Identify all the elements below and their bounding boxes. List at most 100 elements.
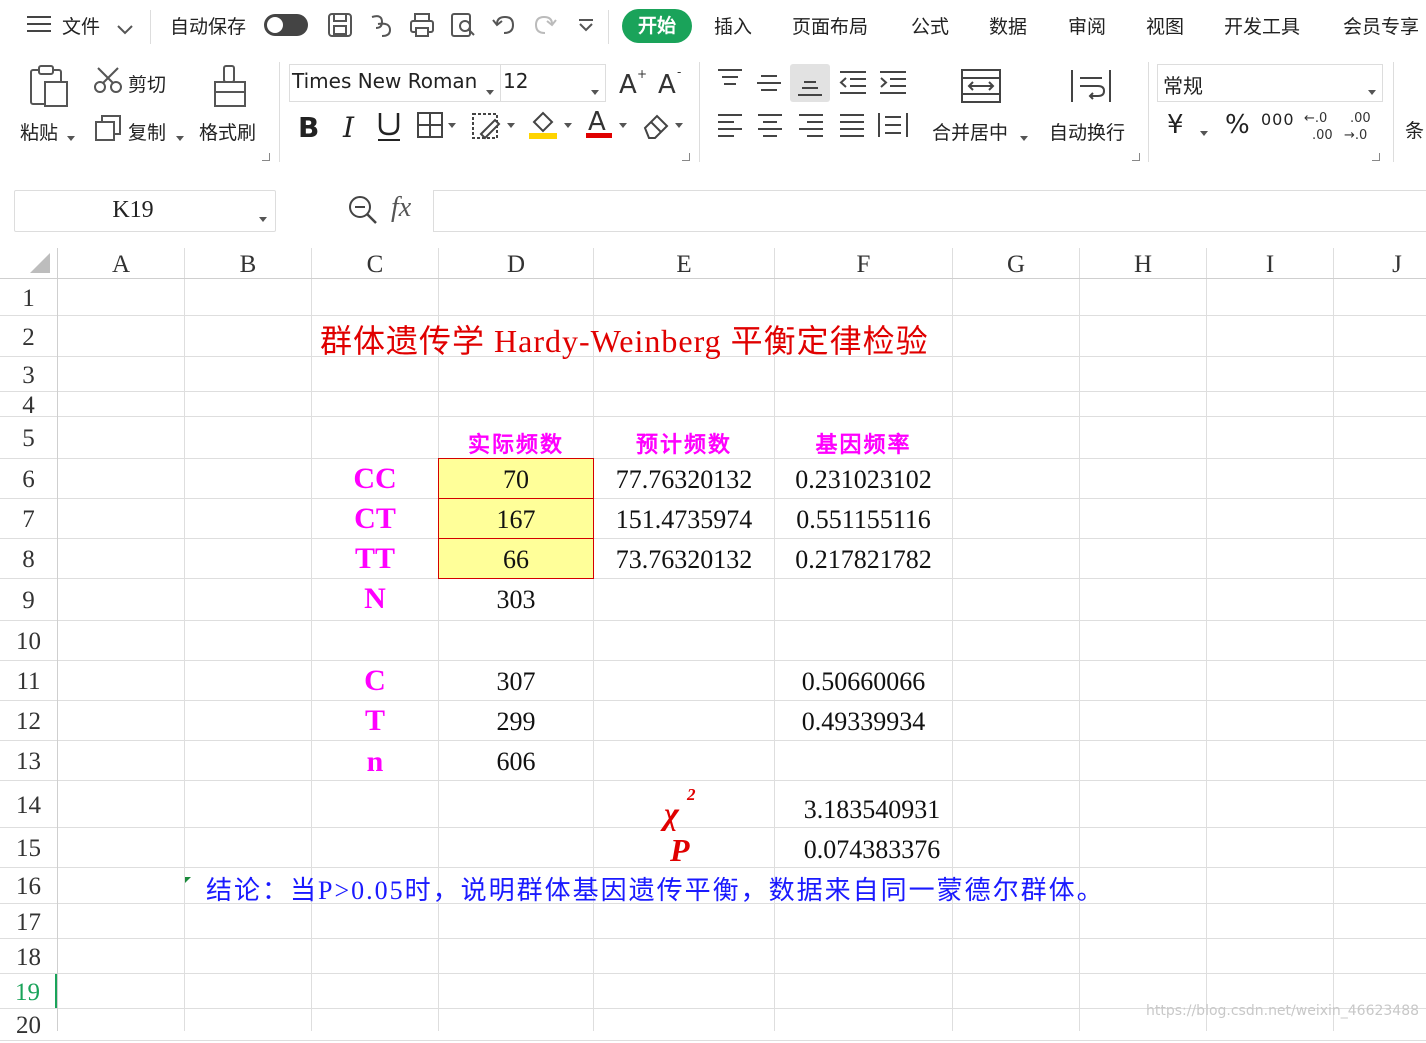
row-header-9[interactable]: 9 — [0, 579, 57, 620]
decrease-font-icon[interactable]: A- — [657, 65, 687, 100]
row-header-1[interactable]: 1 — [0, 279, 57, 315]
fill-color-icon[interactable] — [528, 108, 576, 144]
file-menu[interactable]: 文件 — [62, 12, 100, 39]
tab-developer[interactable]: 开发工具 — [1224, 12, 1300, 39]
expected-cc[interactable]: 77.76320132 — [594, 465, 774, 495]
chi-square-value[interactable]: 3.183540931 — [775, 795, 969, 825]
allele-label-c[interactable]: C — [312, 664, 438, 698]
name-box[interactable]: K19 — [14, 190, 276, 232]
formula-input[interactable] — [433, 190, 1426, 232]
increase-font-icon[interactable]: A + — [618, 66, 648, 100]
align-left-icon[interactable] — [716, 113, 744, 143]
merge-center-icon[interactable] — [960, 68, 1002, 108]
column-header-g[interactable]: G — [953, 248, 1079, 278]
allele-count-t[interactable]: 299 — [439, 707, 593, 737]
conclusion-text[interactable]: 结论：当P>0.05时，说明群体基因遗传平衡，数据来自同一蒙德尔群体。 — [206, 870, 1105, 907]
thousands-separator-icon[interactable]: 000 — [1261, 110, 1295, 129]
undo-icon[interactable] — [491, 12, 517, 38]
font-color-icon[interactable]: A — [585, 106, 633, 144]
select-all-icon[interactable] — [30, 253, 52, 277]
genotype-label-tt[interactable]: TT — [312, 542, 438, 576]
print-icon[interactable] — [409, 12, 435, 38]
italic-icon[interactable]: I — [340, 110, 362, 146]
allele-freq-c[interactable]: 0.50660066 — [775, 667, 952, 697]
allele-freq-t[interactable]: 0.49339934 — [775, 707, 952, 737]
merge-dropdown-icon[interactable] — [1020, 127, 1028, 146]
tab-data[interactable]: 数据 — [989, 12, 1027, 39]
scissors-icon[interactable] — [94, 66, 122, 98]
sheet-title[interactable]: 群体遗传学 Hardy-Weinberg 平衡定律检验 — [320, 316, 929, 362]
row-header-19[interactable]: 19 — [0, 974, 57, 1008]
underline-icon[interactable] — [375, 110, 403, 146]
format-painter-icon[interactable] — [212, 64, 248, 112]
tab-review[interactable]: 审阅 — [1068, 12, 1106, 39]
p-symbol[interactable]: P — [670, 832, 690, 869]
row-header-7[interactable]: 7 — [0, 499, 57, 538]
freq-cc[interactable]: 0.231023102 — [775, 465, 952, 495]
save-icon[interactable] — [327, 12, 353, 38]
p-value[interactable]: 0.074383376 — [775, 835, 969, 865]
genotype-label-ct[interactable]: CT — [312, 502, 438, 536]
font-size-select[interactable]: 12 — [500, 64, 606, 102]
column-header-b[interactable]: B — [185, 248, 311, 278]
value-n-total[interactable]: 303 — [439, 585, 593, 615]
actual-tt[interactable]: 66 — [439, 545, 593, 575]
increase-indent-icon[interactable] — [878, 70, 908, 100]
clipboard-group-launcher[interactable] — [262, 153, 270, 161]
expected-ct[interactable]: 151.4735974 — [594, 505, 774, 535]
copy-dropdown-icon[interactable] — [176, 127, 184, 146]
clear-format-icon[interactable] — [641, 110, 689, 144]
row-header-3[interactable]: 3 — [0, 357, 57, 391]
freq-tt[interactable]: 0.217821782 — [775, 545, 952, 575]
column-header-a[interactable]: A — [58, 248, 184, 278]
row-header-14[interactable]: 14 — [0, 781, 57, 827]
align-middle-icon[interactable] — [755, 72, 783, 100]
row-header-10[interactable]: 10 — [0, 621, 57, 660]
column-header-e[interactable]: E — [594, 248, 774, 278]
align-right-icon[interactable] — [797, 113, 825, 143]
tab-page-layout[interactable]: 页面布局 — [792, 12, 868, 39]
column-header-f[interactable]: F — [775, 248, 952, 278]
merge-center-button[interactable]: 合并居中 — [932, 118, 1008, 145]
decrease-indent-icon[interactable] — [838, 70, 868, 100]
conditional-format-button[interactable]: 条 — [1405, 116, 1424, 143]
currency-format-icon[interactable]: ¥ — [1167, 110, 1184, 140]
tab-view[interactable]: 视图 — [1146, 12, 1184, 39]
zoom-search-icon[interactable] — [347, 194, 379, 230]
label-n-alleles[interactable]: n — [312, 745, 438, 779]
customize-dropdown-icon[interactable] — [578, 18, 604, 44]
paste-button[interactable]: 粘贴 — [20, 118, 58, 145]
align-bottom-icon[interactable] — [790, 64, 830, 102]
row-header-20[interactable]: 20 — [0, 1009, 57, 1040]
align-center-icon[interactable] — [756, 113, 784, 143]
allele-label-t[interactable]: T — [312, 704, 438, 738]
format-painter-button[interactable]: 格式刷 — [199, 118, 256, 145]
wrap-text-button[interactable]: 自动换行 — [1049, 118, 1125, 145]
tab-start[interactable]: 开始 — [622, 9, 692, 43]
tab-insert[interactable]: 插入 — [714, 12, 752, 39]
wrap-text-icon[interactable] — [1070, 68, 1112, 108]
actual-cc[interactable]: 70 — [439, 465, 593, 495]
header-actual[interactable]: 实际频数 — [439, 427, 593, 459]
column-header-d[interactable]: D — [439, 248, 593, 278]
row-header-11[interactable]: 11 — [0, 661, 57, 700]
autosave-toggle[interactable] — [264, 14, 308, 36]
tab-member[interactable]: 会员专享 — [1343, 12, 1419, 39]
copy-icon[interactable] — [94, 114, 122, 146]
currency-dropdown-icon[interactable] — [1200, 122, 1208, 141]
number-group-launcher[interactable] — [1372, 153, 1380, 161]
genotype-label-cc[interactable]: CC — [312, 462, 438, 496]
tab-formulas[interactable]: 公式 — [911, 12, 949, 39]
alignment-group-launcher[interactable] — [1132, 153, 1140, 161]
chi-square-symbol[interactable]: χ — [664, 795, 679, 832]
value-n-alleles[interactable]: 606 — [439, 747, 593, 777]
row-header-5[interactable]: 5 — [0, 417, 57, 458]
chevron-down-icon[interactable] — [117, 20, 133, 39]
column-header-i[interactable]: I — [1207, 248, 1333, 278]
row-header-16[interactable]: 16 — [0, 868, 57, 903]
freq-ct[interactable]: 0.551155116 — [775, 505, 952, 535]
row-header-6[interactable]: 6 — [0, 459, 57, 498]
percent-format-icon[interactable]: % — [1225, 110, 1250, 140]
row-header-15[interactable]: 15 — [0, 828, 57, 867]
decrease-decimal-icon[interactable]: .00 →.0 — [1344, 108, 1380, 146]
